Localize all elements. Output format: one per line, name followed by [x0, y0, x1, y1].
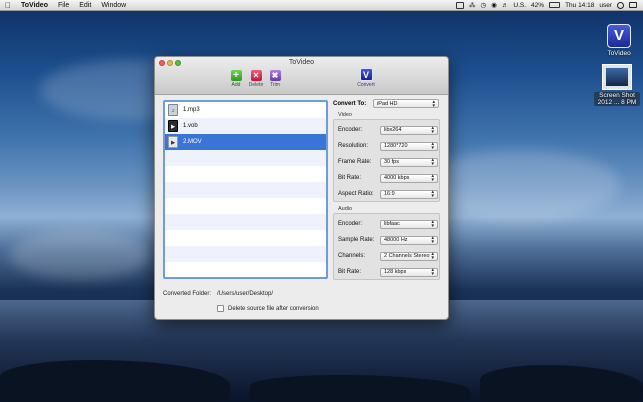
delete-source-checkbox[interactable]	[217, 305, 224, 312]
channels-row: Channels: 2 Channels Stereo ▲ ▼	[334, 248, 439, 264]
battery-icon[interactable]	[549, 2, 561, 8]
delete-button[interactable]: ✕ Delete	[247, 70, 265, 88]
bluetooth-icon[interactable]: ⁂	[469, 1, 476, 9]
input-locale[interactable]: U.S.	[513, 2, 526, 9]
audio-group-title: Audio	[338, 206, 353, 212]
file-name: 1.vob	[183, 123, 198, 129]
empty-row	[165, 214, 326, 230]
video-bit-rate-select[interactable]: 4000 kbps ▲ ▼	[380, 173, 438, 183]
audio-bit-rate-row: Bit Rate: 128 kbps ▲ ▼	[334, 264, 439, 280]
audio-encoder-select[interactable]: libfaac ▲ ▼	[380, 219, 438, 229]
volume-icon[interactable]: ♬	[502, 2, 509, 9]
converted-folder-path[interactable]: /Users/user/Desktop/	[217, 291, 273, 297]
menu-app[interactable]: ToVideo	[16, 2, 53, 9]
empty-row	[165, 198, 326, 214]
aspect-ratio-select[interactable]: 16:9 ▲ ▼	[380, 189, 438, 199]
notification-center-icon[interactable]	[629, 2, 637, 8]
spotlight-icon[interactable]	[617, 1, 624, 9]
desktop-screenshot-file[interactable]: Screen Shot 2012 ... 8 PM	[594, 64, 640, 106]
trim-button[interactable]: ✖ Trim	[266, 70, 284, 88]
plus-icon: +	[230, 70, 242, 81]
channels-select[interactable]: 2 Channels Stereo ▲ ▼	[380, 251, 438, 261]
desktop-screenshot-label: Screen Shot 2012 ... 8 PM	[594, 92, 640, 106]
file-row-3[interactable]: ▶ 2.MOV	[165, 134, 326, 150]
window-title: ToVideo	[288, 59, 315, 66]
audio-bit-rate-select[interactable]: 128 kbps ▲ ▼	[380, 267, 438, 277]
frame-rate-row: Frame Rate: 30 fps ▲ ▼	[334, 154, 439, 170]
menu-edit[interactable]: Edit	[74, 2, 96, 9]
video-group-title: Video	[338, 112, 352, 118]
file-name: 2.MOV	[183, 139, 202, 145]
audio-encoder-row: Encoder: libfaac ▲ ▼	[334, 216, 439, 232]
display-icon[interactable]	[456, 1, 465, 9]
empty-row	[165, 262, 326, 277]
empty-row	[165, 182, 326, 198]
frame-rate-select[interactable]: 30 fps ▲ ▼	[380, 157, 438, 167]
empty-row	[165, 150, 326, 166]
menu-file[interactable]: File	[53, 2, 74, 9]
apple-menu-icon[interactable]: 	[0, 1, 16, 10]
video-settings-group: Video Encoder: libx264 ▲ ▼ Resolution: 128…	[333, 112, 440, 202]
audio-settings-group: Audio Encoder: libfaac ▲ ▼ Sample Rate: 48…	[333, 206, 440, 280]
trim-icon: ✖	[269, 70, 281, 81]
desktop-app-label: ToVideo	[607, 50, 631, 57]
sample-rate-row: Sample Rate: 48000 Hz ▲ ▼	[334, 232, 439, 248]
file-row-1[interactable]: ♫ 1.mp3	[165, 102, 326, 118]
empty-row	[165, 230, 326, 246]
convert-to-select[interactable]: iPad HD ▲ ▼	[373, 99, 439, 108]
resolution-select[interactable]: 1280*720 ▲ ▼	[380, 141, 438, 151]
file-name: 1.mp3	[183, 107, 200, 113]
converted-folder-label: Converted Folder:	[163, 291, 212, 297]
delete-source-option[interactable]: Delete source file after conversion	[217, 305, 319, 312]
wallpaper-cloud	[10, 230, 150, 280]
desktop-app-icon[interactable]: V ToVideo	[602, 24, 636, 57]
add-label: Add	[231, 82, 241, 88]
resolution-row: Resolution: 1280*720 ▲ ▼	[334, 138, 439, 154]
file-list[interactable]: ♫ 1.mp3 ▶ 1.vob ▶ 2.MOV	[163, 100, 328, 279]
convert-label: Convert	[357, 82, 375, 88]
mov-file-icon: ▶	[168, 136, 178, 148]
video-encoder-row: Encoder: libx264 ▲ ▼	[334, 122, 439, 138]
window-titlebar[interactable]: ToVideo + Add ✕ Delete ✖ Trim V Convert	[155, 57, 448, 95]
delete-source-label: Delete source file after conversion	[228, 305, 319, 312]
convert-v-icon: V	[359, 68, 373, 81]
user-menu[interactable]: user	[599, 2, 612, 9]
delete-x-icon: ✕	[250, 70, 262, 81]
aspect-ratio-row: Aspect Ratio: 16:9 ▲ ▼	[334, 186, 439, 202]
screenshot-thumbnail-icon	[602, 64, 632, 90]
add-button[interactable]: + Add	[227, 70, 245, 88]
popup-arrows-icon: ▲ ▼	[431, 98, 436, 108]
menu-window[interactable]: Window	[96, 2, 131, 9]
menu-bar:  ToVideo File Edit Window ⁂ ◷ ◉ ♬ U.S. …	[0, 0, 643, 11]
wallpaper-cloud	[420, 150, 620, 220]
empty-row	[165, 246, 326, 262]
sample-rate-select[interactable]: 48000 Hz ▲ ▼	[380, 235, 438, 245]
time-machine-icon[interactable]: ◷	[481, 1, 487, 9]
convert-to-label: Convert To:	[333, 100, 367, 107]
clock[interactable]: Thu 14:18	[565, 2, 594, 9]
delete-label: Delete	[248, 82, 264, 88]
convert-to-row: Convert To: iPad HD ▲ ▼	[333, 99, 439, 108]
tovideo-app-icon: V	[607, 24, 631, 48]
audio-file-icon: ♫	[168, 104, 178, 116]
battery-percent[interactable]: 42%	[531, 2, 544, 9]
tovideo-window: ToVideo + Add ✕ Delete ✖ Trim V Convert …	[154, 56, 449, 320]
trim-label: Trim	[270, 82, 280, 88]
video-encoder-select[interactable]: libx264 ▲ ▼	[380, 125, 438, 135]
wifi-icon[interactable]: ◉	[491, 1, 497, 9]
video-file-icon: ▶	[168, 120, 178, 132]
video-bit-rate-row: Bit Rate: 4000 kbps ▲ ▼	[334, 170, 439, 186]
file-row-2[interactable]: ▶ 1.vob	[165, 118, 326, 134]
empty-row	[165, 166, 326, 182]
convert-button[interactable]: V Convert	[356, 68, 376, 88]
